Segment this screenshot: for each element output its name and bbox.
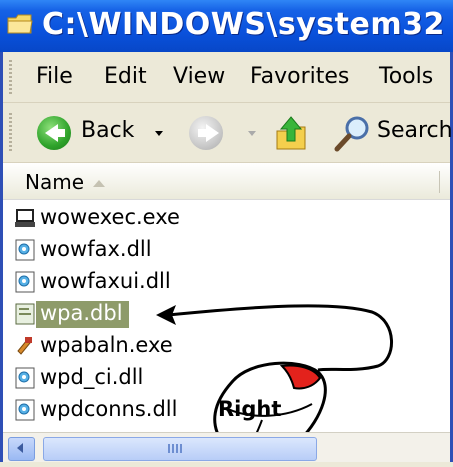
annotation-arrow	[167, 304, 393, 372]
scroll-grip-icon	[168, 444, 182, 453]
annotation-overlay: Right	[156, 304, 393, 459]
chevron-left-icon	[17, 443, 23, 453]
window-bottom-edge	[0, 462, 453, 467]
mouse-label: Right	[218, 397, 281, 421]
horizontal-scrollbar[interactable]	[3, 432, 450, 463]
